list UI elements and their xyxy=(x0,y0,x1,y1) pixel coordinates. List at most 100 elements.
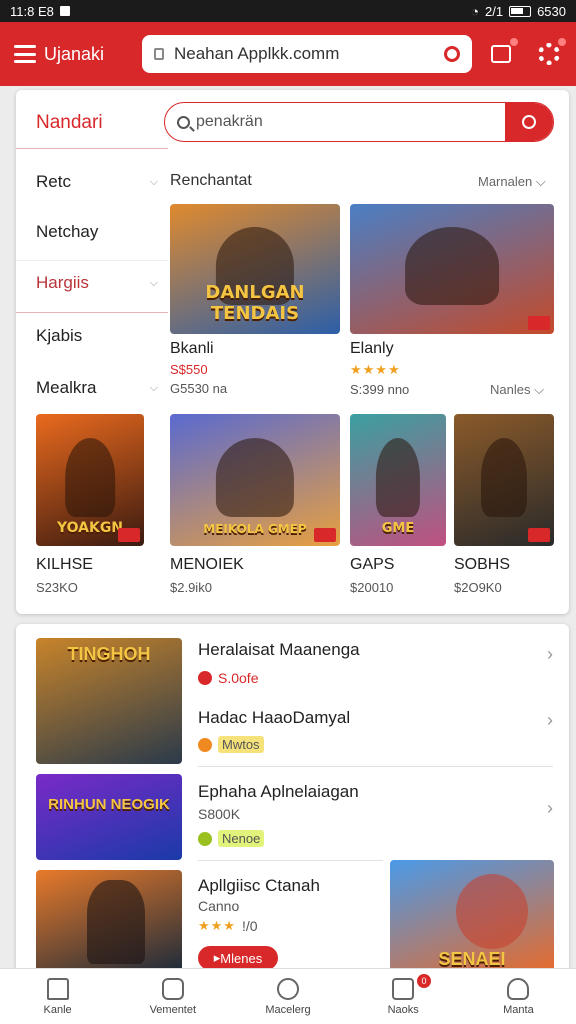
search-icon[interactable] xyxy=(444,46,460,62)
game-logo: DANLGAN TENDAIS xyxy=(205,282,305,324)
character-art xyxy=(405,227,499,306)
chevron-right-icon[interactable]: › xyxy=(547,798,553,819)
search-icon xyxy=(522,115,536,129)
rating-stars: ★★★ xyxy=(198,918,236,933)
game-logo: TINGHOH xyxy=(67,644,151,664)
game-title: KILHSE xyxy=(36,556,93,573)
list-card: TINGHOH Heralaisat Maanenga S.0ofe › Had… xyxy=(16,624,569,974)
list-item-image[interactable]: RINHUN NEOGIK xyxy=(36,774,182,860)
game-price: S23KO xyxy=(36,580,78,595)
chevron-right-icon[interactable]: › xyxy=(547,644,553,665)
gear-icon xyxy=(538,43,560,65)
search-button[interactable] xyxy=(505,103,553,141)
rating: ★★★ !/0 xyxy=(198,918,258,934)
section-more-link[interactable]: Nanles ⌵ xyxy=(490,382,544,398)
url-bar[interactable]: Neahan Applkk.comm xyxy=(142,35,472,73)
list-item-sub: Mwtos xyxy=(198,736,264,753)
character-art xyxy=(481,437,527,517)
bottom-nav: Kanle Vementet Macelerg 0 Naoks Manta xyxy=(0,968,576,1024)
sidebar-item-label: Hargiis xyxy=(36,273,89,292)
game-price: $2O9K0 xyxy=(454,580,502,595)
character-art xyxy=(455,873,528,949)
game-logo: SENAEI xyxy=(438,949,506,969)
list-item-price: S800K xyxy=(198,806,241,822)
cart-button[interactable] xyxy=(488,38,518,67)
settings-button[interactable] xyxy=(536,38,566,67)
list-item-sub: S.0ofe xyxy=(198,670,258,686)
game-logo: RINHUN NEOGIK xyxy=(48,796,170,813)
featured-tile-0[interactable]: DANLGAN TENDAIS Bkanli S$550 G5530 na xyxy=(170,204,340,396)
promo-button[interactable]: ▸ Mlenes xyxy=(198,946,278,970)
chip-icon xyxy=(198,737,212,752)
divider xyxy=(16,312,168,313)
divider xyxy=(16,260,168,261)
game-image xyxy=(454,414,554,546)
game-image: MEIKOLA GMEP xyxy=(170,414,340,546)
divider xyxy=(198,766,553,767)
bag-icon xyxy=(392,977,415,1000)
character-art xyxy=(215,437,295,517)
game-meta: G5530 na xyxy=(170,381,228,396)
list-item-title[interactable]: Ephaha Aplnelaiagan xyxy=(198,782,359,802)
nav-user[interactable]: Manta xyxy=(461,969,576,1024)
sale-badge xyxy=(118,528,140,542)
rating-stars: ★★★★ xyxy=(350,362,401,377)
game-tile-0[interactable]: YOAKGN KILHSE S23KO xyxy=(36,414,144,595)
list-item-sub-label: Mwtos xyxy=(218,736,264,753)
nav-home[interactable]: Kanle xyxy=(0,969,115,1024)
character-art xyxy=(65,437,115,517)
notification-icon xyxy=(59,6,70,16)
sale-badge xyxy=(528,528,550,542)
status-time: 11:8 E8 xyxy=(10,3,54,19)
list-item-title[interactable]: Heralaisat Maanenga xyxy=(198,640,360,660)
chevron-right-icon[interactable]: › xyxy=(547,710,553,731)
list-item-price: Canno xyxy=(198,898,240,914)
sidebar-item-2[interactable]: Hargiis ⌵ xyxy=(36,273,158,293)
game-title: SOBHS xyxy=(454,556,511,573)
search-input[interactable]: penakrän xyxy=(196,113,505,131)
sidebar-item-0[interactable]: Retc ⌵ xyxy=(36,172,158,192)
section-title: Renchantat xyxy=(170,172,252,189)
nav-label: Manta xyxy=(503,1003,534,1016)
game-tile-3[interactable]: SOBHS $2O9K0 xyxy=(454,414,554,595)
section-more-link[interactable]: Marnalen ⌵ xyxy=(478,174,546,190)
list-item-image[interactable] xyxy=(36,870,182,974)
divider xyxy=(198,860,383,861)
circle-icon xyxy=(277,977,299,1000)
sidebar-item-1[interactable]: Netchay xyxy=(36,222,158,242)
nav-label: Kanle xyxy=(43,1003,72,1016)
status-left: 11:8 E8 xyxy=(10,4,70,19)
chevron-down-icon: ⌵ xyxy=(149,175,158,188)
featured-tile-1[interactable]: Elanly ★★★★ S:399 nno xyxy=(350,204,554,397)
game-tile-2[interactable]: GME GAPS $20010 xyxy=(350,414,446,595)
nav-circle[interactable]: Macelerg xyxy=(230,969,345,1024)
menu-icon[interactable] xyxy=(14,45,36,63)
search-bar[interactable]: penakrän xyxy=(164,102,554,142)
character-art xyxy=(87,880,146,964)
list-item-title[interactable]: Apllgiisc Ctanah xyxy=(198,876,320,896)
game-tile-1[interactable]: MEIKOLA GMEP MENOIEK $2.9ik0 xyxy=(170,414,340,595)
game-title: Elanly xyxy=(350,340,394,357)
promo-image[interactable]: SENAEI xyxy=(390,860,554,974)
rating-value: !/0 xyxy=(241,918,258,934)
sale-badge xyxy=(528,316,550,330)
character-art xyxy=(375,437,421,517)
sidebar-item-4[interactable]: Mealkra ⌵ xyxy=(36,378,158,398)
nav-chat[interactable]: Vementet xyxy=(115,969,230,1024)
game-title: MENOIEK xyxy=(170,556,244,573)
sidebar-item-3[interactable]: Kjabis xyxy=(36,326,158,346)
chevron-down-icon: ⌵ xyxy=(149,276,158,289)
sidebar-header: Nandari xyxy=(36,112,103,133)
nav-bag[interactable]: 0 Naoks xyxy=(346,969,461,1024)
list-item-sub: Nenoe xyxy=(198,830,265,847)
sale-badge xyxy=(314,528,336,542)
status-signal: 2/1 xyxy=(485,3,504,19)
list-item-title[interactable]: Hadac HaaoDamyal xyxy=(198,708,350,728)
game-price: S$550 xyxy=(170,362,208,377)
game-price: $20010 xyxy=(350,580,394,595)
list-item-image[interactable]: TINGHOH xyxy=(36,638,182,764)
nav-badge: 0 xyxy=(417,974,432,988)
battery-icon xyxy=(509,5,532,17)
status-bar: 11:8 E8 ◔ 2/1 6530 xyxy=(0,0,576,22)
chip-icon xyxy=(198,831,212,846)
